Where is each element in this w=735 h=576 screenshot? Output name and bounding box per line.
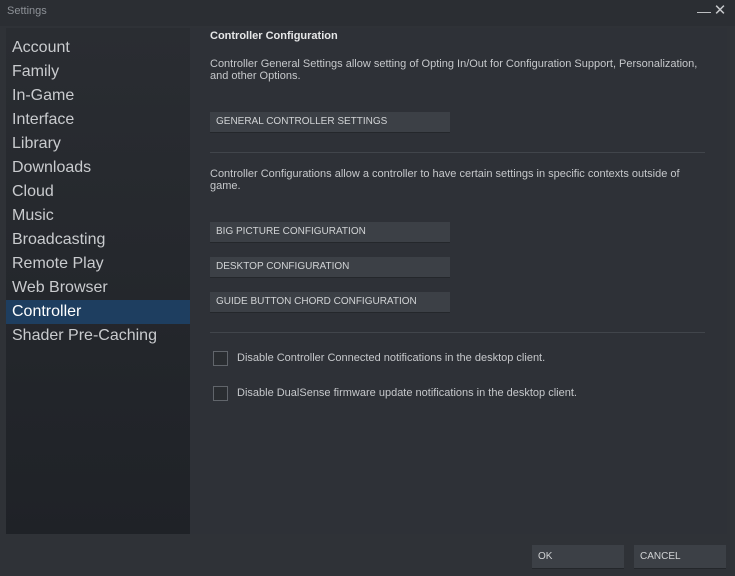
page-title: Controller Configuration	[210, 30, 338, 42]
settings-sidebar: Account Family In-Game Interface Library…	[6, 28, 190, 534]
sidebar-item-music[interactable]: Music	[6, 204, 190, 228]
sidebar-item-account[interactable]: Account	[6, 36, 190, 60]
sidebar-item-cloud[interactable]: Cloud	[6, 180, 190, 204]
sidebar-item-broadcasting[interactable]: Broadcasting	[6, 228, 190, 252]
cancel-button[interactable]: CANCEL	[634, 545, 726, 569]
section-divider	[210, 332, 705, 333]
sidebar-item-remote-play[interactable]: Remote Play	[6, 252, 190, 276]
guide-button-chord-configuration-button[interactable]: GUIDE BUTTON CHORD CONFIGURATION	[210, 292, 450, 313]
ok-button[interactable]: OK	[532, 545, 624, 569]
sidebar-item-family[interactable]: Family	[6, 60, 190, 84]
sidebar-item-in-game[interactable]: In-Game	[6, 84, 190, 108]
sidebar-item-downloads[interactable]: Downloads	[6, 156, 190, 180]
big-picture-configuration-button[interactable]: BIG PICTURE CONFIGURATION	[210, 222, 450, 243]
dualsense-firmware-checkbox[interactable]	[213, 386, 228, 401]
sidebar-item-interface[interactable]: Interface	[6, 108, 190, 132]
sidebar-item-web-browser[interactable]: Web Browser	[6, 276, 190, 300]
close-icon[interactable]: ✕	[713, 3, 727, 19]
general-settings-description: Controller General Settings allow settin…	[210, 58, 698, 82]
window-title: Settings	[7, 5, 47, 17]
title-bar: Settings — ✕	[0, 0, 735, 26]
sidebar-item-library[interactable]: Library	[6, 132, 190, 156]
sidebar-item-shader-pre-caching[interactable]: Shader Pre-Caching	[6, 324, 190, 348]
controller-connected-checkbox-label[interactable]: Disable Controller Connected notificatio…	[237, 352, 545, 364]
sidebar-item-controller[interactable]: Controller	[6, 300, 190, 324]
minimize-icon[interactable]: —	[697, 3, 711, 19]
desktop-configuration-button[interactable]: DESKTOP CONFIGURATION	[210, 257, 450, 278]
configurations-description: Controller Configurations allow a contro…	[210, 168, 680, 192]
section-divider	[210, 152, 705, 153]
controller-settings-panel: Controller Configuration Controller Gene…	[190, 28, 727, 534]
controller-connected-checkbox[interactable]	[213, 351, 228, 366]
general-controller-settings-button[interactable]: GENERAL CONTROLLER SETTINGS	[210, 112, 450, 133]
dualsense-firmware-checkbox-label[interactable]: Disable DualSense firmware update notifi…	[237, 387, 577, 399]
